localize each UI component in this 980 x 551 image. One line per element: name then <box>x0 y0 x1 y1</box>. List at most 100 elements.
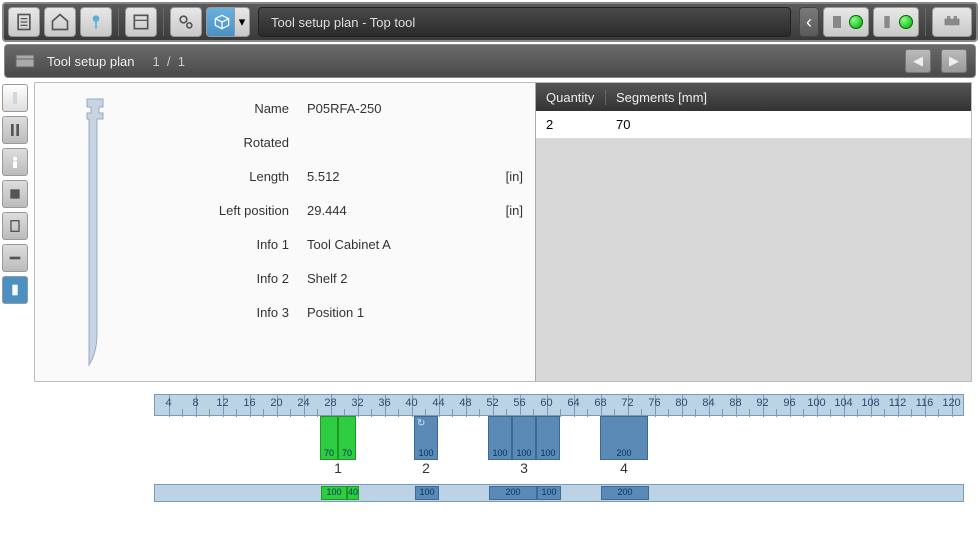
status-dot-green <box>899 15 913 29</box>
ruler-label: 80 <box>675 397 687 409</box>
side-tab-6[interactable] <box>2 244 28 272</box>
chevron-down-icon[interactable]: ▾ <box>234 7 250 37</box>
block-g3b[interactable]: 100 <box>512 416 536 460</box>
ruler-label: 88 <box>729 397 741 409</box>
rotate-icon: ↻ <box>417 418 425 429</box>
ruler-label: 112 <box>889 397 907 409</box>
plan-icon <box>13 49 37 73</box>
ruler-label: 120 <box>942 397 960 409</box>
next-button[interactable]: ▶ <box>941 49 967 73</box>
ruler-label: 20 <box>270 397 282 409</box>
properties: NameP05RFA-250 Rotated Length5.512[in] L… <box>155 83 535 381</box>
ruler-label: 92 <box>756 397 768 409</box>
side-tab-7[interactable] <box>2 276 28 304</box>
side-tab-1[interactable] <box>2 84 28 112</box>
bblock-3a[interactable]: 200 <box>489 486 537 500</box>
ruler-label: 40 <box>405 397 417 409</box>
cell-seg: 70 <box>606 117 630 132</box>
tool-preview <box>35 83 155 381</box>
bblock-1a[interactable]: 100 <box>321 486 347 500</box>
block-g3c[interactable]: 100 <box>536 416 560 460</box>
value-info3: Position 1 <box>307 305 483 320</box>
ruler-label: 84 <box>702 397 714 409</box>
prev-button[interactable]: ◀ <box>905 49 931 73</box>
ruler-label: 76 <box>648 397 660 409</box>
value-info2: Shelf 2 <box>307 271 483 286</box>
value-info1: Tool Cabinet A <box>307 237 483 252</box>
segments-panel: Quantity Segments [mm] 2 70 <box>535 83 971 381</box>
status-button-2[interactable] <box>873 7 919 37</box>
ruler: 4812162024283236404448525660646872768084… <box>154 394 964 416</box>
side-tab-4[interactable] <box>2 180 28 208</box>
ruler-label: 116 <box>916 397 934 409</box>
ruler-label: 68 <box>594 397 606 409</box>
status-button-1[interactable] <box>823 7 869 37</box>
block-g4[interactable]: 200 <box>600 416 648 460</box>
group-label-3: 3 <box>520 460 528 476</box>
ruler-label: 104 <box>834 397 852 409</box>
ruler-label: 64 <box>567 397 579 409</box>
gears-icon[interactable] <box>170 7 202 37</box>
label-leftpos: Left position <box>167 203 307 218</box>
ruler-label: 100 <box>807 397 825 409</box>
label-info2: Info 2 <box>167 271 307 286</box>
bblock-4[interactable]: 200 <box>601 486 649 500</box>
label-length: Length <box>167 169 307 184</box>
document-icon[interactable] <box>125 7 157 37</box>
ruler-label: 96 <box>783 397 795 409</box>
bblock-2[interactable]: 100 <box>415 486 439 500</box>
ruler-label: 12 <box>216 397 228 409</box>
value-length: 5.512 <box>307 169 483 184</box>
unit-leftpos: [in] <box>483 203 523 218</box>
segment-row[interactable]: 2 70 <box>536 111 971 139</box>
side-tab-5[interactable] <box>2 212 28 240</box>
col-header-quantity: Quantity <box>536 90 606 105</box>
pager: 1 / 1 <box>152 54 185 69</box>
ruler-label: 60 <box>540 397 552 409</box>
detail-panel: NameP05RFA-250 Rotated Length5.512[in] L… <box>34 82 972 382</box>
ruler-label: 32 <box>351 397 363 409</box>
home-icon[interactable] <box>44 7 76 37</box>
ruler-label: 52 <box>486 397 498 409</box>
col-header-segments: Segments [mm] <box>606 90 707 105</box>
value-name: P05RFA-250 <box>307 101 483 116</box>
group-label-4: 4 <box>620 460 628 476</box>
sub-title: Tool setup plan <box>47 54 134 69</box>
bblock-3b[interactable]: 100 <box>537 486 561 500</box>
machine-icon[interactable] <box>932 7 972 37</box>
ruler-label: 108 <box>861 397 879 409</box>
side-tab-3[interactable] <box>2 148 28 176</box>
block-g1a[interactable]: 70 <box>320 416 338 460</box>
bblock-1b[interactable]: 40 <box>347 486 359 500</box>
group-label-2: 2 <box>422 460 430 476</box>
tool-track: 70 70 1 ↻100 2 100 100 100 3 200 4 <box>154 416 964 466</box>
ruler-label: 36 <box>378 397 390 409</box>
ruler-label: 56 <box>513 397 525 409</box>
status-dot-green <box>849 15 863 29</box>
sub-header: Tool setup plan 1 / 1 ◀ ▶ <box>4 44 976 78</box>
ruler-label: 24 <box>297 397 309 409</box>
view-dropdown[interactable]: ▾ <box>206 7 250 37</box>
block-g3a[interactable]: 100 <box>488 416 512 460</box>
unit-length: [in] <box>483 169 523 184</box>
label-info1: Info 1 <box>167 237 307 252</box>
top-toolbar: ▾ Tool setup plan - Top tool ‹ <box>2 2 978 42</box>
group-label-1: 1 <box>334 460 342 476</box>
ruler-label: 16 <box>243 397 255 409</box>
block-g2[interactable]: ↻100 <box>414 416 438 460</box>
label-rotated: Rotated <box>167 135 307 150</box>
clipboard-icon[interactable] <box>8 7 40 37</box>
ruler-label: 72 <box>621 397 633 409</box>
side-tabs <box>0 78 30 545</box>
person-marker-icon[interactable] <box>80 7 112 37</box>
cell-qty: 2 <box>536 117 606 132</box>
block-g1b[interactable]: 70 <box>338 416 356 460</box>
ruler-label: 8 <box>192 397 198 409</box>
window-title: Tool setup plan - Top tool <box>258 7 791 37</box>
ruler-label: 4 <box>165 397 171 409</box>
ruler-label: 44 <box>432 397 444 409</box>
side-tab-2[interactable] <box>2 116 28 144</box>
ruler-label: 48 <box>459 397 471 409</box>
label-info3: Info 3 <box>167 305 307 320</box>
collapse-left-icon[interactable]: ‹ <box>799 7 819 37</box>
